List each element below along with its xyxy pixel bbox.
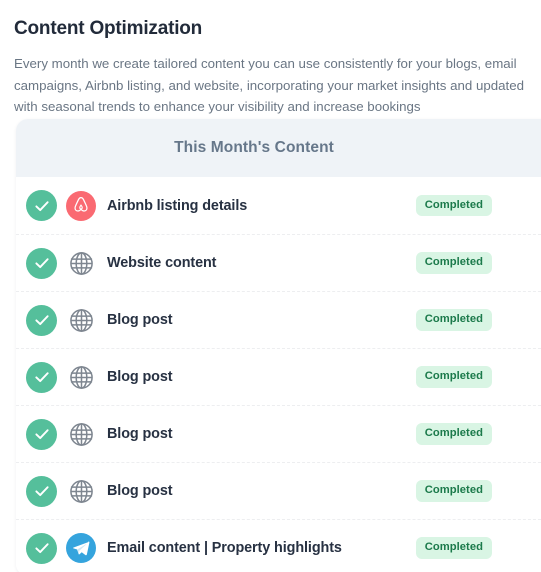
- content-optimization-page: Content Optimization Every month we crea…: [0, 0, 541, 572]
- card-header: This Month's Content: [16, 119, 541, 177]
- check-circle-icon: [26, 475, 57, 507]
- globe-icon: [66, 248, 96, 278]
- content-row-label: Website content: [107, 255, 217, 271]
- content-list: Airbnb listing details Completed Website …: [16, 177, 541, 572]
- content-row[interactable]: Blog post Completed: [16, 291, 541, 348]
- check-circle-icon: [26, 190, 57, 221]
- content-row[interactable]: Email content | Property highlights Compl…: [16, 519, 541, 572]
- status-badge: Completed: [415, 252, 492, 274]
- globe-icon: [66, 362, 96, 392]
- content-row[interactable]: Airbnb listing details Completed: [16, 177, 541, 234]
- status-badge: Completed: [415, 194, 492, 217]
- intro-block: Content Optimization Every month we crea…: [0, 0, 541, 118]
- content-row-label: Blog post: [107, 312, 173, 328]
- content-row[interactable]: Blog post Completed: [16, 348, 541, 405]
- content-row-label: Blog post: [107, 483, 173, 499]
- page-title: Content Optimization: [14, 18, 203, 39]
- globe-icon: [66, 419, 96, 449]
- page-description: Every month we create tailored content y…: [14, 56, 525, 114]
- check-circle-icon: [26, 361, 57, 393]
- content-row-label: Blog post: [107, 369, 173, 385]
- content-row[interactable]: Website content Completed: [16, 234, 541, 291]
- globe-icon: [66, 305, 96, 335]
- this-months-content-card: This Month's Content Airbnb listing deta…: [16, 119, 541, 572]
- status-badge: Completed: [415, 537, 492, 559]
- content-row[interactable]: Blog post Completed: [16, 462, 541, 519]
- check-circle-icon: [26, 418, 57, 450]
- check-circle-icon: [26, 532, 57, 564]
- content-row-label: Airbnb listing details: [107, 197, 248, 214]
- telegram-icon: [66, 533, 96, 563]
- status-badge: Completed: [415, 423, 492, 445]
- status-badge: Completed: [415, 366, 492, 388]
- content-row-label: Email content | Property highlights: [107, 540, 342, 556]
- status-badge: Completed: [415, 480, 492, 502]
- check-circle-icon: [26, 304, 57, 336]
- content-row[interactable]: Blog post Completed: [16, 405, 541, 462]
- content-row-label: Blog post: [107, 426, 173, 442]
- airbnb-icon: [66, 190, 96, 221]
- check-circle-icon: [26, 247, 57, 279]
- card-header-title: This Month's Content: [174, 139, 334, 156]
- status-badge: Completed: [415, 309, 492, 331]
- globe-icon: [66, 476, 96, 506]
